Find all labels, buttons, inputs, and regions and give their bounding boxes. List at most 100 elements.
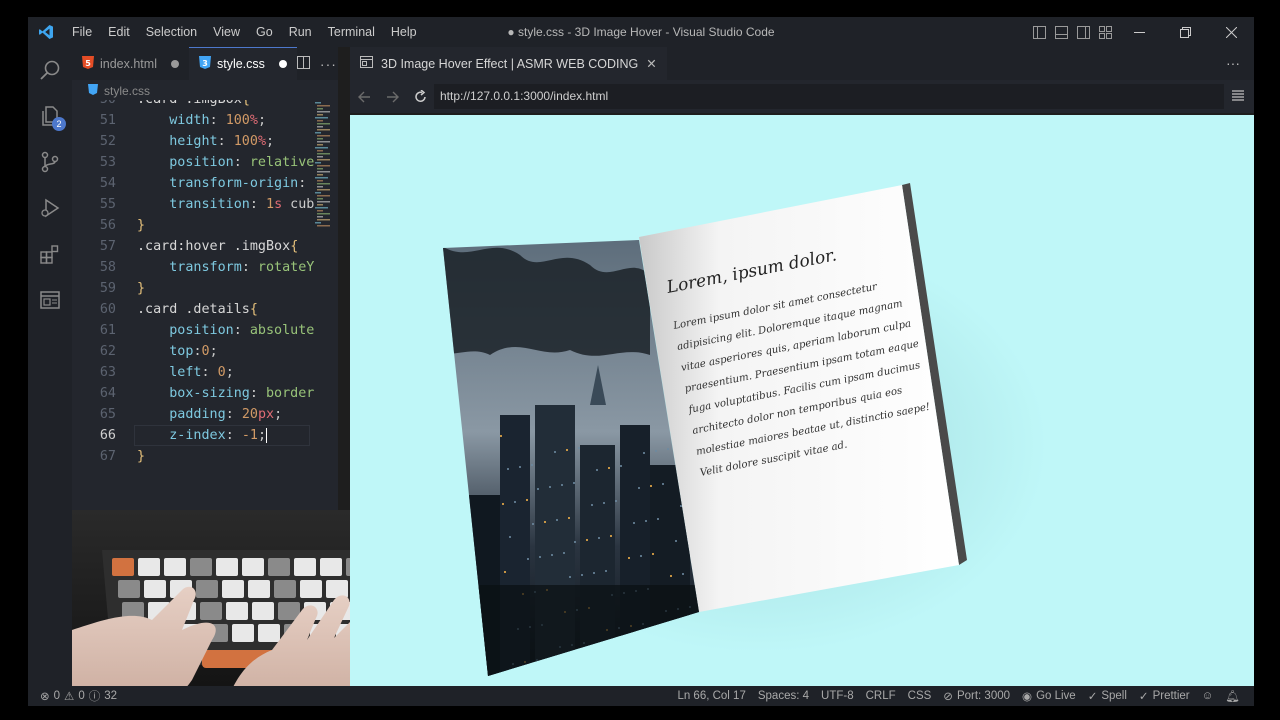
tab-index-html[interactable]: 5 index.html <box>72 47 189 80</box>
menu-edit[interactable]: Edit <box>100 17 138 47</box>
run-debug-icon[interactable] <box>28 185 72 231</box>
menu-view[interactable]: View <box>205 17 248 47</box>
go-live-button[interactable]: ◉ Go Live <box>1016 689 1082 703</box>
page-viewport: Lorem, ipsum dolor. Lorem ipsum dolor sit… <box>350 115 1254 686</box>
extensions-icon[interactable] <box>28 231 72 277</box>
browser-preview-icon[interactable] <box>28 277 72 323</box>
close-icon[interactable] <box>1208 17 1254 47</box>
css3-icon: 3 <box>198 56 211 72</box>
notifications-bell-icon[interactable]: 🔔︎ <box>1219 689 1254 703</box>
menu-file[interactable]: File <box>64 17 100 47</box>
back-arrow-icon[interactable] <box>350 80 378 113</box>
line-ending[interactable]: CRLF <box>860 690 902 702</box>
code-text: z-index: -1; <box>169 427 267 443</box>
menu-help[interactable]: Help <box>383 17 425 47</box>
code-line[interactable]: 50.card .imgBox{ <box>72 100 338 110</box>
toggle-panel-icon[interactable] <box>1050 17 1072 47</box>
code-line[interactable]: 62 top:0; <box>72 341 338 362</box>
code-line[interactable]: 55 transition: 1s cub <box>72 194 338 215</box>
code-line[interactable]: 61 position: absolute <box>72 320 338 341</box>
book-card[interactable]: Lorem, ipsum dolor.Lorem ipsum dolor sit… <box>350 115 1254 686</box>
customize-layout-icon[interactable] <box>1094 17 1116 47</box>
code-line[interactable]: 64 box-sizing: border <box>72 383 338 404</box>
code-line[interactable]: 67} <box>72 446 338 467</box>
toggle-primary-sidebar-icon[interactable] <box>1028 17 1050 47</box>
code-text: left: 0; <box>169 365 234 380</box>
menu-terminal[interactable]: Terminal <box>320 17 383 47</box>
split-editor-icon[interactable] <box>296 55 310 72</box>
encoding[interactable]: UTF-8 <box>815 690 860 702</box>
code-text: height: 100%; <box>169 134 275 149</box>
cursor-position[interactable]: Ln 66, Col 17 <box>671 690 751 702</box>
code-text: position: absolute <box>169 323 315 338</box>
line-number: 66 <box>99 428 116 443</box>
line-number: 64 <box>99 386 116 401</box>
code-line[interactable]: 56} <box>72 215 338 236</box>
css3-icon <box>88 84 98 98</box>
breadcrumb-file[interactable]: style.css <box>104 84 150 98</box>
browser-tab-row: 3D Image Hover Effect | ASMR WEB CODING … <box>350 47 1254 80</box>
tab-browser-preview[interactable]: 3D Image Hover Effect | ASMR WEB CODING … <box>350 47 667 80</box>
title-bar: File Edit Selection View Go Run Terminal… <box>28 17 1254 47</box>
code-line[interactable]: 60 .card .details{ <box>72 299 338 320</box>
prettier-status[interactable]: ✓ Prettier <box>1133 689 1196 703</box>
warning-icon: ⚠ <box>64 691 75 703</box>
feedback-icon[interactable]: ☺ <box>1196 690 1220 702</box>
line-number: 67 <box>99 449 116 464</box>
code-line[interactable]: 52 height: 100%; <box>72 131 338 152</box>
spell-label: Spell <box>1101 690 1127 702</box>
code-line[interactable]: 54 transform-origin: <box>72 173 338 194</box>
code-line[interactable]: 66 z-index: -1; <box>72 425 338 446</box>
go-live-label: Go Live <box>1036 690 1076 702</box>
line-number: 56 <box>99 218 116 233</box>
reload-icon[interactable] <box>406 80 434 113</box>
menu-run[interactable]: Run <box>281 17 320 47</box>
unsaved-dot-icon <box>278 60 287 68</box>
code-text: } <box>137 449 146 464</box>
indentation[interactable]: Spaces: 4 <box>752 690 815 702</box>
code-text: top:0; <box>169 344 218 359</box>
code-line[interactable]: 65 padding: 20px; <box>72 404 338 425</box>
breadcrumb[interactable]: style.css <box>88 82 150 100</box>
minimap[interactable] <box>314 100 336 230</box>
source-control-icon[interactable] <box>28 139 72 185</box>
code-line[interactable]: 51 width: 100%; <box>72 110 338 131</box>
code-text: transform: rotateY <box>169 260 315 275</box>
restore-icon[interactable] <box>1162 17 1208 47</box>
code-editor[interactable]: 50.card .imgBox{51 width: 100%;52 height… <box>72 100 338 467</box>
code-line[interactable]: 59} <box>72 278 338 299</box>
close-tab-icon[interactable]: ✕ <box>646 56 656 71</box>
minimize-icon[interactable] <box>1116 17 1162 47</box>
line-number: 61 <box>99 323 116 338</box>
tab-style-css[interactable]: 3 style.css <box>188 47 297 80</box>
forward-arrow-icon[interactable] <box>378 80 406 113</box>
double-check-icon: ✓ <box>1138 691 1149 703</box>
editor-actions: ··· <box>296 47 345 80</box>
problems-indicator[interactable]: ⊗ 0 ⚠ 0 ⓘ 32 <box>28 688 123 704</box>
unsaved-dot-icon <box>170 59 179 68</box>
broadcast-icon: ⊘ <box>943 691 953 703</box>
more-actions-icon[interactable]: ··· <box>320 56 337 72</box>
prettier-label: Prettier <box>1152 690 1190 702</box>
url-input[interactable]: http://127.0.0.1:3000/index.html <box>434 84 1224 109</box>
menu-selection[interactable]: Selection <box>138 17 205 47</box>
code-line[interactable]: 53 position: relative <box>72 152 338 173</box>
search-icon[interactable] <box>28 47 72 93</box>
language-mode[interactable]: CSS <box>902 690 938 702</box>
line-number: 63 <box>99 365 116 380</box>
line-number: 60 <box>99 302 116 317</box>
tab-label: index.html <box>100 56 157 71</box>
check-icon: ✓ <box>1087 691 1098 703</box>
code-line[interactable]: 63 left: 0; <box>72 362 338 383</box>
explorer-icon[interactable]: 2 <box>28 93 72 139</box>
code-line[interactable]: 57 .card:hover .imgBox{ <box>72 236 338 257</box>
spell-check[interactable]: ✓ Spell <box>1082 689 1133 703</box>
browser-preview-icon <box>360 56 373 71</box>
toggle-secondary-sidebar-icon[interactable] <box>1072 17 1094 47</box>
more-actions-icon[interactable]: ··· <box>1226 55 1240 71</box>
menu-go[interactable]: Go <box>248 17 281 47</box>
live-server-port[interactable]: ⊘ Port: 3000 <box>937 689 1016 703</box>
code-line[interactable]: 58 transform: rotateY <box>72 257 338 278</box>
menu-icon[interactable] <box>1232 90 1244 104</box>
vscode-window: File Edit Selection View Go Run Terminal… <box>28 17 1254 706</box>
